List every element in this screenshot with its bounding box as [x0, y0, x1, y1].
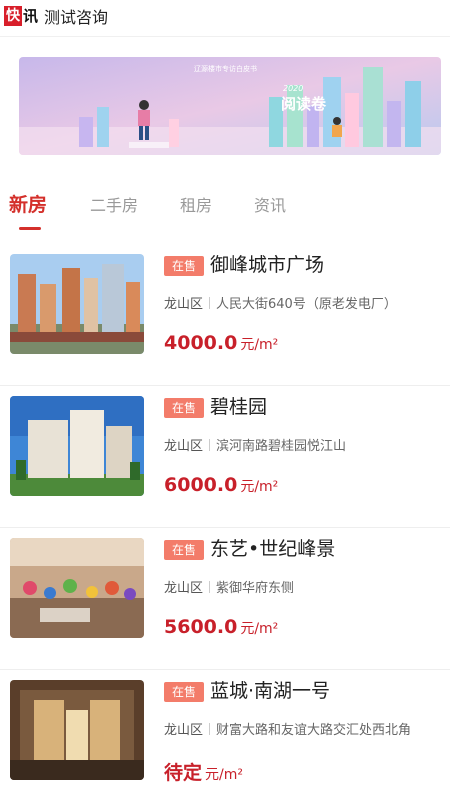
app-title: 测试咨询 — [44, 8, 109, 27]
address-divider — [209, 297, 211, 309]
listing-photo — [10, 680, 144, 780]
listing-name: 蓝城·南湖一号 — [210, 680, 331, 702]
price-unit: 元/m² — [240, 337, 279, 353]
price-unit: 元/m² — [240, 621, 279, 637]
listing-photo — [10, 254, 144, 354]
banner-illustration: 辽源楼市专访白皮书 2020 阅读卷 — [19, 57, 441, 155]
listing-name: 御峰城市广场 — [210, 254, 325, 276]
banner-sub: 阅读卷 — [281, 95, 327, 113]
logo-mark: 快 — [4, 6, 22, 26]
listing-price: 6000.0 元/m² — [164, 474, 278, 496]
price-unit: 元/m² — [240, 479, 279, 495]
price-value: 5600.0 — [164, 616, 238, 638]
listing-item[interactable]: 在售 碧桂园 龙山区 滨河南路碧桂园悦江山 6000.0 元/m² — [0, 386, 450, 528]
status-badge: 在售 — [164, 398, 204, 418]
listing-street: 滨河南路碧桂园悦江山 — [216, 439, 347, 454]
listing-district: 龙山区 — [164, 297, 204, 312]
promo-banner[interactable]: 辽源楼市专访白皮书 2020 阅读卷 — [19, 57, 441, 155]
listing-street: 人民大街640号（原老发电厂） — [216, 297, 397, 312]
listing-price: 4000.0 元/m² — [164, 332, 278, 354]
active-tab-indicator — [19, 227, 41, 230]
listing-street: 紫御华府东侧 — [216, 581, 295, 596]
listing-address: 龙山区 紫御华府东侧 — [164, 577, 294, 596]
listing-address: 龙山区 财富大路和友谊大路交汇处西北角 — [164, 719, 411, 738]
tab-rental[interactable]: 租房 — [180, 192, 212, 216]
category-tabs: 新房 二手房 租房 资讯 — [0, 192, 450, 232]
address-divider — [209, 439, 211, 451]
price-value: 6000.0 — [164, 474, 238, 496]
listing-name: 碧桂园 — [210, 396, 268, 418]
header-divider — [0, 36, 450, 37]
logo-text: 讯 — [23, 7, 39, 25]
listing-address: 龙山区 滨河南路碧桂园悦江山 — [164, 435, 346, 454]
status-badge: 在售 — [164, 540, 204, 560]
listing-photo — [10, 538, 144, 638]
app-logo: 快 讯 — [4, 5, 38, 27]
status-badge: 在售 — [164, 256, 204, 276]
price-value: 4000.0 — [164, 332, 238, 354]
listing-item[interactable]: 在售 东艺•世纪峰景 龙山区 紫御华府东侧 5600.0 元/m² — [0, 528, 450, 670]
listing-district: 龙山区 — [164, 581, 204, 596]
listing-item[interactable]: 在售 蓝城·南湖一号 龙山区 财富大路和友谊大路交汇处西北角 待定 元/m² — [0, 670, 450, 812]
listing-photo — [10, 396, 144, 496]
tab-second-hand[interactable]: 二手房 — [90, 192, 138, 216]
tab-new-house[interactable]: 新房 — [9, 190, 47, 217]
address-divider — [209, 723, 211, 735]
listing-price: 5600.0 元/m² — [164, 616, 278, 638]
listing-name: 东艺•世纪峰景 — [210, 538, 336, 560]
listing-item[interactable]: 在售 御峰城市广场 龙山区 人民大街640号（原老发电厂） 4000.0 元/m² — [0, 244, 450, 386]
listing-price: 待定 元/m² — [164, 758, 243, 785]
listing-district: 龙山区 — [164, 439, 204, 454]
app-header: 快 讯 测试咨询 — [0, 0, 450, 32]
listing-district: 龙山区 — [164, 723, 204, 738]
price-value: 待定 — [164, 762, 203, 784]
banner-caption: 辽源楼市专访白皮书 — [194, 64, 257, 73]
listing-street: 财富大路和友谊大路交汇处西北角 — [216, 723, 412, 738]
price-unit: 元/m² — [205, 767, 243, 783]
status-badge: 在售 — [164, 682, 204, 702]
tab-news[interactable]: 资讯 — [254, 192, 286, 216]
listing-address: 龙山区 人民大街640号（原老发电厂） — [164, 293, 397, 312]
banner-tag: 2020 — [283, 84, 303, 93]
address-divider — [209, 581, 211, 593]
